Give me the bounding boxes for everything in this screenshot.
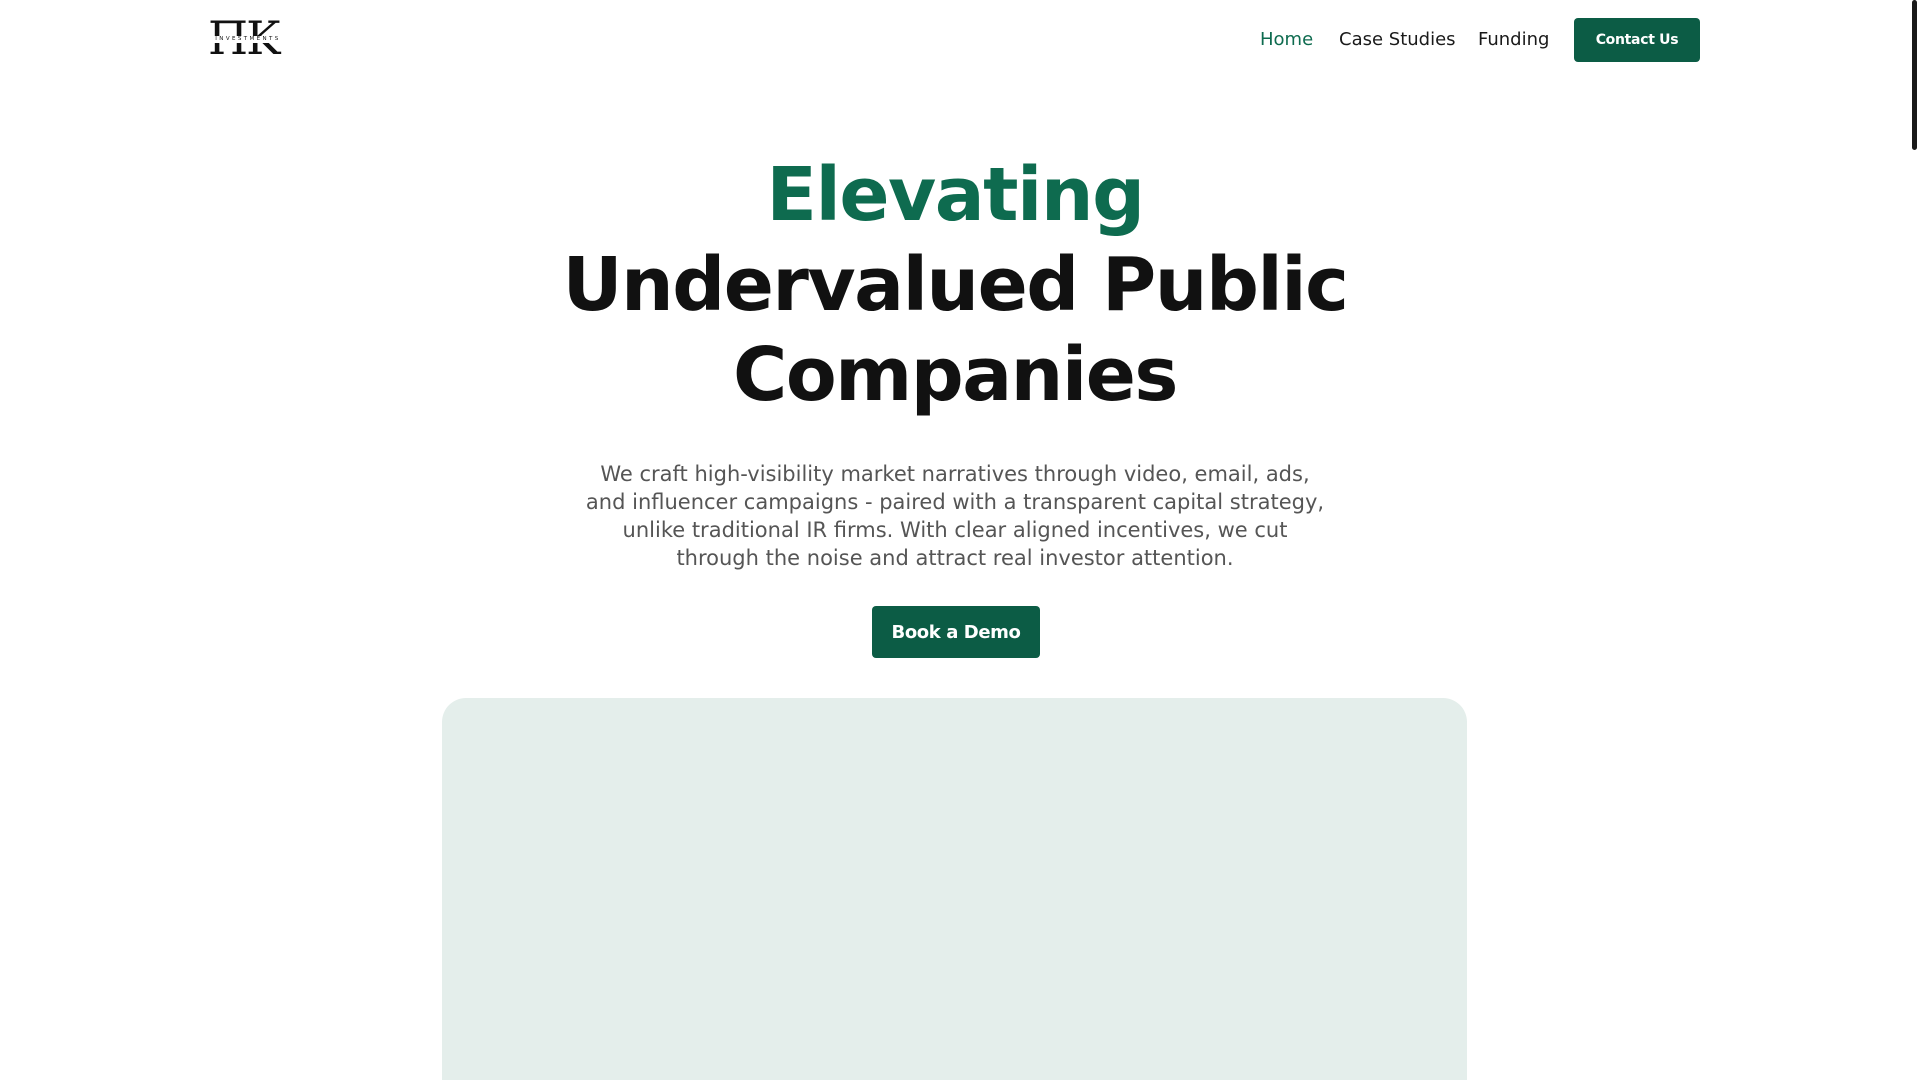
nav-funding-link[interactable]: Funding: [1478, 28, 1549, 52]
nav-case-studies-link[interactable]: Case Studies: [1339, 28, 1456, 52]
hero-subtitle: We craft high-visibility market narrativ…: [585, 462, 1325, 570]
hero-section: Elevating Undervalued Public Companies W…: [0, 150, 1910, 570]
site-header: ΠK INVESTMENTS Home Case Studies Funding…: [0, 0, 1910, 80]
hero-title-accent: Elevating: [766, 152, 1145, 238]
nav-home-link[interactable]: Home: [1260, 28, 1313, 52]
hero-title: Elevating Undervalued Public Companies: [0, 150, 1910, 420]
book-demo-button[interactable]: Book a Demo: [872, 606, 1040, 658]
brand-logo[interactable]: ΠK INVESTMENTS: [208, 14, 286, 62]
page-scrollbar[interactable]: [1910, 0, 1920, 1080]
hero-title-line-2: Companies: [733, 332, 1178, 418]
landing-page: ΠK INVESTMENTS Home Case Studies Funding…: [0, 0, 1920, 1080]
logo-subtitle: INVESTMENTS: [210, 36, 286, 43]
scrollbar-thumb[interactable]: [1912, 0, 1917, 150]
contact-us-button[interactable]: Contact Us: [1574, 18, 1700, 62]
hero-media-panel: [442, 698, 1467, 1080]
hero-title-line-1: Undervalued Public: [562, 242, 1349, 328]
